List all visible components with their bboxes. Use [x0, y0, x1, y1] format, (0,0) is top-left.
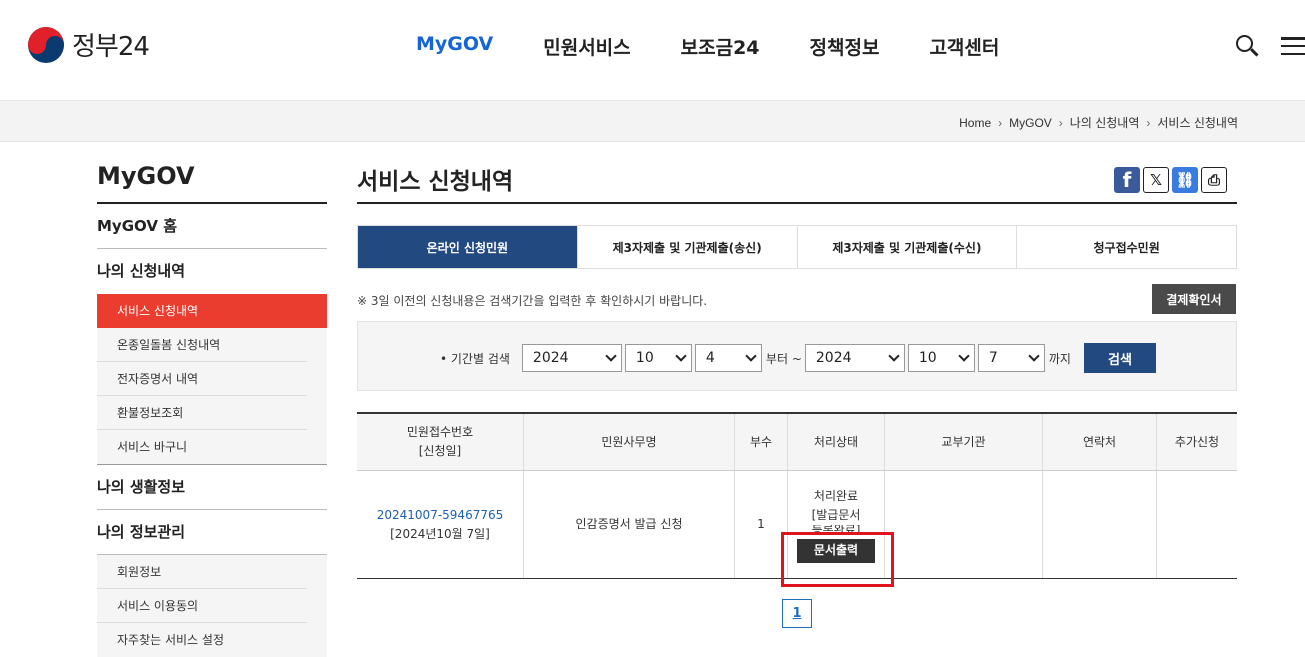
- from-day-value: 4: [705, 350, 715, 366]
- chevron-down-icon: [675, 350, 687, 362]
- breadcrumb-home[interactable]: Home: [959, 116, 991, 130]
- link-icon[interactable]: ⛓: [1172, 167, 1198, 193]
- sidebar-item-refund-info[interactable]: 환불정보조회: [97, 396, 307, 430]
- col-header-name: 민원사무명: [524, 414, 735, 470]
- facebook-icon[interactable]: f: [1114, 167, 1140, 193]
- nav-policy-info[interactable]: 정책정보: [810, 33, 880, 60]
- hamburger-menu-icon[interactable]: [1281, 35, 1305, 57]
- to-month-select[interactable]: 10: [907, 344, 975, 372]
- breadcrumb-current: 서비스 신청내역: [1157, 116, 1238, 130]
- nav-civil-service[interactable]: 민원서비스: [543, 33, 630, 60]
- col-header-status: 처리상태: [788, 414, 885, 470]
- payment-confirmation-button[interactable]: 결제확인서: [1152, 284, 1236, 314]
- to-year-select[interactable]: 2024: [804, 344, 905, 372]
- page-1-button[interactable]: 1: [782, 599, 812, 628]
- from-day-select[interactable]: 4: [694, 344, 762, 372]
- chevron-down-icon: [745, 350, 757, 362]
- period-search-label: • 기간별 검색: [440, 351, 510, 366]
- status-detail-1: [발급문서: [811, 507, 861, 522]
- to-month-value: 10: [918, 350, 937, 366]
- col-header-copies: 부수: [735, 414, 788, 470]
- nav-mygov[interactable]: MyGOV: [416, 33, 493, 60]
- page-title: 서비스 신청내역: [357, 162, 1237, 204]
- logo-text: 정부24: [72, 32, 150, 62]
- cell-additional: [1157, 471, 1237, 578]
- sidebar-item-service-applications[interactable]: 서비스 신청내역: [97, 294, 327, 328]
- main-content: 서비스 신청내역 f 𝕏 ⛓ ⎙ 온라인 신청민원 제3자제출 및 기관제출(송…: [357, 162, 1237, 628]
- to-day-select[interactable]: 7: [977, 344, 1045, 372]
- search-icon[interactable]: [1235, 34, 1259, 58]
- header: 정부24 MyGOV 민원서비스 보조금24 정책정보 고객센터: [0, 0, 1305, 101]
- highlight-box: [781, 532, 894, 587]
- sidebar-item-favorite-services[interactable]: 자주찾는 서비스 설정: [97, 623, 307, 657]
- chevron-down-icon: [605, 350, 617, 362]
- sidebar-item-service-consent[interactable]: 서비스 이용동의: [97, 589, 307, 623]
- breadcrumb-mygov[interactable]: MyGOV: [1009, 116, 1052, 130]
- tab-third-party-received[interactable]: 제3자제출 및 기관제출(수신): [798, 226, 1018, 268]
- chevron-right-icon: ›: [998, 115, 1003, 130]
- sidebar-item-mygov-home[interactable]: MyGOV 홈: [97, 204, 327, 249]
- tab-claim-applications[interactable]: 청구접수민원: [1017, 226, 1236, 268]
- sidebar: MyGOV MyGOV 홈 나의 신청내역 서비스 신청내역 온종일돌봄 신청내…: [97, 162, 327, 657]
- col-header-receipt-no: 민원접수번호: [406, 425, 474, 439]
- chevron-right-icon: ›: [1058, 115, 1063, 130]
- share-buttons: f 𝕏 ⛓ ⎙: [1114, 167, 1227, 193]
- sidebar-item-service-cart[interactable]: 서비스 바구니: [97, 430, 307, 464]
- breadcrumb: Home › MyGOV › 나의 신청내역 › 서비스 신청내역: [959, 114, 1238, 131]
- taegeuk-logo-icon: [28, 26, 64, 63]
- period-search-box: • 기간별 검색 2024 10 4 부터 ~ 2024 10 7 까지 검색: [357, 321, 1237, 391]
- sidebar-submenu-info: 회원정보 서비스 이용동의 자주찾는 서비스 설정: [97, 555, 327, 657]
- col-header-contact: 연락처: [1043, 414, 1157, 470]
- table-header-row: 민원접수번호 [신청일] 민원사무명 부수 처리상태 교부기관 연락처 추가신청: [357, 414, 1237, 471]
- cell-issuing-agency: [885, 471, 1043, 578]
- x-twitter-icon[interactable]: 𝕏: [1143, 167, 1169, 193]
- sidebar-submenu-applications: 서비스 신청내역 온종일돌봄 신청내역 전자증명서 내역 환불정보조회 서비스 …: [97, 294, 327, 465]
- cell-receipt: 20241007-59467765 [2024년10월 7일]: [357, 471, 524, 578]
- print-icon[interactable]: ⎙: [1201, 167, 1227, 193]
- from-month-select[interactable]: 10: [624, 344, 692, 372]
- chevron-right-icon: ›: [1146, 115, 1151, 130]
- nav-subsidy24[interactable]: 보조금24: [681, 33, 760, 60]
- status-text: 처리완료: [813, 488, 859, 503]
- tab-list: 온라인 신청민원 제3자제출 및 기관제출(송신) 제3자제출 및 기관제출(수…: [357, 225, 1237, 269]
- sidebar-item-e-certificate[interactable]: 전자증명서 내역: [97, 362, 307, 396]
- chevron-down-icon: [1028, 350, 1040, 362]
- to-year-value: 2024: [815, 350, 852, 366]
- from-month-value: 10: [635, 350, 654, 366]
- col-header-receipt: 민원접수번호 [신청일]: [357, 414, 524, 470]
- main-nav: MyGOV 민원서비스 보조금24 정책정보 고객센터: [416, 33, 1049, 60]
- tab-third-party-sent[interactable]: 제3자제출 및 기관제출(송신): [578, 226, 798, 268]
- sidebar-item-my-applications[interactable]: 나의 신청내역: [97, 249, 327, 294]
- from-year-value: 2024: [532, 350, 569, 366]
- chevron-down-icon: [888, 350, 900, 362]
- sidebar-item-allday-care[interactable]: 온종일돌봄 신청내역: [97, 328, 307, 362]
- cell-contact: [1043, 471, 1157, 578]
- to-day-value: 7: [988, 350, 998, 366]
- search-button[interactable]: 검색: [1083, 343, 1156, 373]
- logo[interactable]: 정부24: [28, 26, 150, 63]
- breadcrumb-bar: Home › MyGOV › 나의 신청내역 › 서비스 신청내역: [0, 101, 1305, 142]
- col-header-date: [신청일]: [418, 444, 462, 458]
- notice-text: ※ 3일 이전의 신청내용은 검색기간을 입력한 후 확인하시기 바랍니다.: [357, 294, 708, 308]
- nav-customer-center[interactable]: 고객센터: [929, 33, 999, 60]
- col-header-issuing-agency: 교부기관: [885, 414, 1043, 470]
- cell-service-name: 인감증명서 발급 신청: [524, 471, 735, 578]
- col-header-additional: 추가신청: [1174, 434, 1220, 449]
- sidebar-item-my-info-management[interactable]: 나의 정보관리: [97, 510, 327, 555]
- sidebar-item-member-info[interactable]: 회원정보: [97, 555, 307, 589]
- chevron-down-icon: [958, 350, 970, 362]
- from-text: 부터 ~: [765, 351, 802, 366]
- tab-online-applications[interactable]: 온라인 신청민원: [358, 226, 578, 268]
- sidebar-title: MyGOV: [97, 162, 327, 204]
- application-date: [2024년10월 7일]: [390, 526, 490, 541]
- sidebar-item-my-life-info[interactable]: 나의 생활정보: [97, 465, 327, 510]
- breadcrumb-my-applications[interactable]: 나의 신청내역: [1070, 114, 1140, 131]
- to-text: 까지: [1048, 351, 1071, 366]
- from-year-select[interactable]: 2024: [521, 344, 622, 372]
- receipt-number-link[interactable]: 20241007-59467765: [377, 506, 504, 525]
